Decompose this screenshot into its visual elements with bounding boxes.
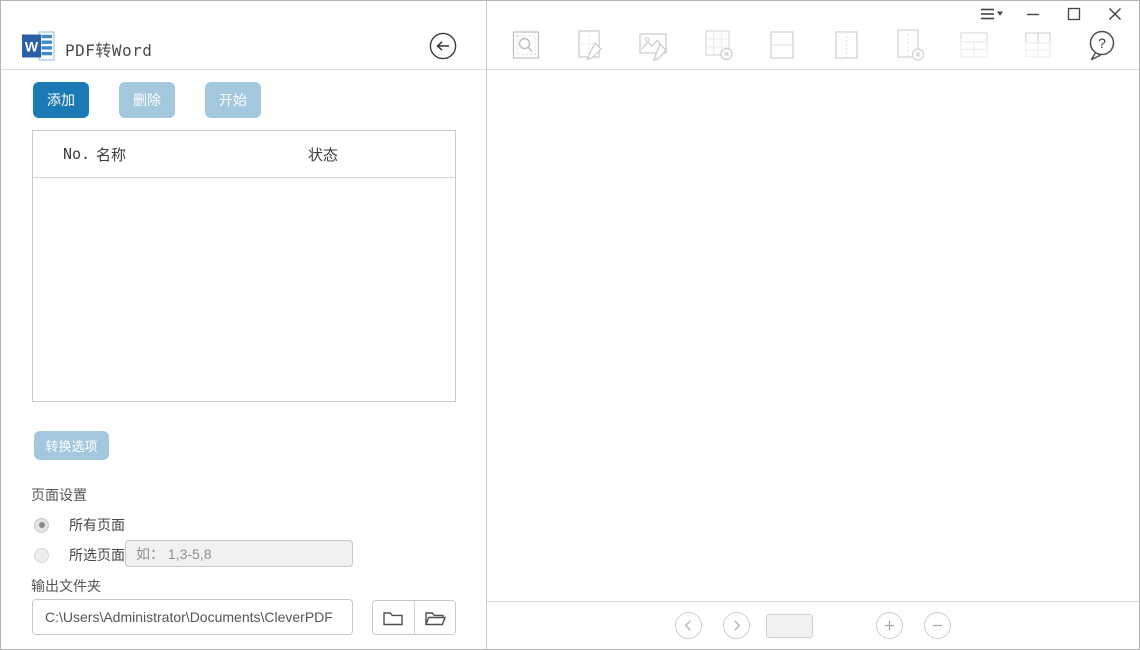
file-table: No. 名称 状态	[32, 130, 456, 402]
column-header-name: 名称	[96, 144, 308, 165]
menu-list-button[interactable]	[980, 5, 1004, 23]
delete-split-button[interactable]	[894, 28, 926, 62]
open-folder-button[interactable]	[415, 601, 456, 634]
zoom-out-button[interactable]	[924, 612, 951, 639]
zoom-in-button[interactable]	[876, 612, 903, 639]
action-button-row: 添加 删除 开始	[33, 82, 261, 118]
previous-page-button[interactable]	[675, 612, 702, 639]
file-table-header: No. 名称 状态	[33, 131, 455, 178]
help-icon: ?	[1086, 28, 1118, 62]
left-panel: W PDF转Word 添加 删除 开始 No. 名称 状态	[1, 1, 487, 649]
column-header-no: No.	[63, 145, 96, 163]
split-vertical-icon	[830, 28, 862, 62]
minus-icon	[925, 612, 950, 639]
output-folder-input[interactable]	[32, 599, 353, 635]
start-button[interactable]: 开始	[205, 82, 261, 118]
help-button[interactable]: ?	[1086, 28, 1118, 62]
zoom-area-icon	[510, 28, 542, 62]
column-header-status: 状态	[308, 144, 455, 165]
minimize-icon	[1026, 7, 1040, 21]
app-window: W PDF转Word 添加 删除 开始 No. 名称 状态	[0, 0, 1140, 650]
split-horizontal-icon	[766, 28, 798, 62]
radio-selected-pages[interactable]: 所选页面	[34, 545, 125, 565]
radio-all-pages-label: 所有页面	[69, 515, 125, 535]
table-rows-button[interactable]	[958, 28, 990, 62]
menu-list-icon	[980, 7, 1004, 21]
delete-area-icon	[702, 28, 734, 62]
split-horizontal-button[interactable]	[766, 28, 798, 62]
word-logo-icon: W	[22, 31, 58, 61]
file-list-empty	[33, 178, 455, 401]
draw-area-icon	[574, 28, 606, 62]
radio-all-pages[interactable]: 所有页面	[34, 515, 125, 535]
add-button[interactable]: 添加	[33, 82, 89, 118]
folder-button-group	[372, 600, 456, 635]
back-button[interactable]	[429, 32, 457, 60]
page-number-input[interactable]	[766, 614, 813, 638]
left-header: W PDF转Word	[1, 1, 486, 70]
chevron-right-icon	[724, 612, 749, 639]
choose-folder-button[interactable]	[373, 601, 415, 634]
edit-image-icon	[638, 28, 670, 62]
delete-split-icon	[894, 28, 926, 62]
split-vertical-button[interactable]	[830, 28, 862, 62]
next-page-button[interactable]	[723, 612, 750, 639]
maximize-button[interactable]	[1062, 5, 1086, 23]
folder-open-icon	[424, 609, 446, 627]
page-range-input[interactable]	[125, 540, 353, 567]
close-button[interactable]	[1103, 5, 1127, 23]
output-folder-label: 输出文件夹	[31, 576, 101, 596]
preview-area	[487, 70, 1139, 601]
convert-options-button[interactable]: 转换选项	[34, 431, 109, 460]
edit-toolbar: ?	[510, 28, 1118, 62]
delete-area-button[interactable]	[702, 28, 734, 62]
table-columns-icon	[1022, 28, 1054, 62]
table-columns-button[interactable]	[1022, 28, 1054, 62]
draw-area-button[interactable]	[574, 28, 606, 62]
folder-closed-icon	[382, 609, 404, 627]
radio-selected-pages-control[interactable]	[34, 548, 49, 563]
window-controls	[980, 5, 1127, 23]
right-panel: ?	[487, 1, 1139, 649]
zoom-area-button[interactable]	[510, 28, 542, 62]
minimize-button[interactable]	[1021, 5, 1045, 23]
page-settings-label: 页面设置	[31, 485, 87, 505]
plus-icon	[877, 612, 902, 639]
page-title: PDF转Word	[65, 37, 152, 61]
help-glyph: ?	[1098, 35, 1106, 51]
pager-bar	[487, 601, 1139, 649]
maximize-icon	[1067, 7, 1081, 21]
delete-button[interactable]: 删除	[119, 82, 175, 118]
close-icon	[1108, 7, 1122, 21]
chevron-left-icon	[676, 612, 701, 639]
table-rows-icon	[958, 28, 990, 62]
radio-selected-pages-label: 所选页面	[69, 545, 125, 565]
right-header: ?	[487, 1, 1139, 70]
edit-image-button[interactable]	[638, 28, 670, 62]
word-logo-letter: W	[25, 39, 39, 55]
radio-all-pages-control[interactable]	[34, 518, 49, 533]
back-icon	[429, 32, 457, 60]
